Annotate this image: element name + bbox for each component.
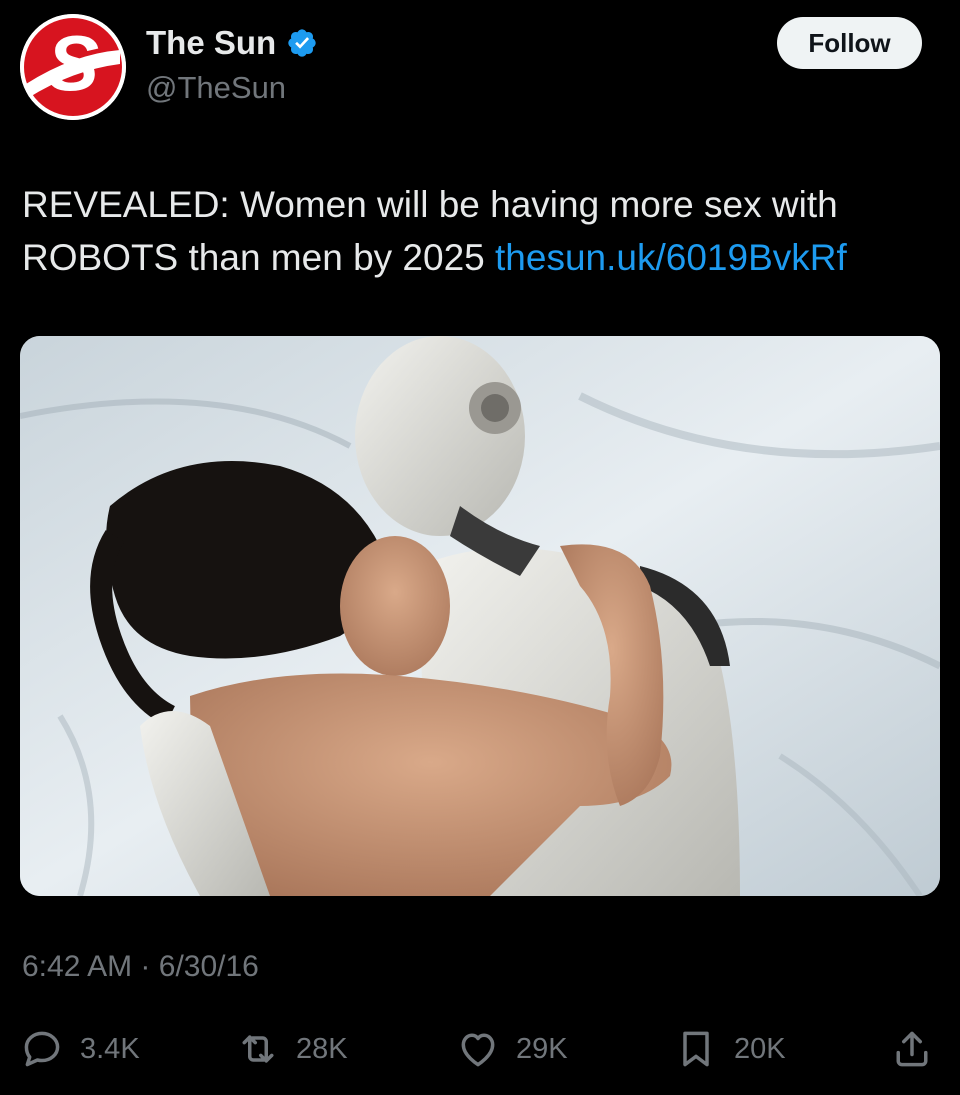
display-name[interactable]: The Sun: [146, 24, 318, 62]
like-count: 29K: [516, 1032, 568, 1065]
share-icon: [896, 1031, 928, 1067]
tweet-media-image[interactable]: [20, 336, 940, 896]
avatar-letter: S: [47, 19, 99, 107]
the-sun-logo-icon: S: [20, 14, 126, 120]
bookmark-count: 20K: [734, 1032, 786, 1065]
timestamp[interactable]: 6:42 AM · 6/30/16: [22, 950, 259, 984]
heart-icon: [461, 1033, 495, 1067]
reply-button[interactable]: 3.4K: [20, 1020, 140, 1078]
repost-button[interactable]: 28K: [236, 1020, 348, 1078]
timestamp-separator: ·: [140, 950, 151, 983]
reply-icon: [24, 1031, 60, 1067]
like-button[interactable]: 29K: [456, 1020, 568, 1078]
avatar[interactable]: S: [20, 14, 126, 120]
reply-count: 3.4K: [80, 1032, 140, 1065]
tweet-link[interactable]: thesun.uk/6019BvkRf: [495, 237, 847, 278]
share-button[interactable]: [890, 1020, 950, 1078]
action-bar: 3.4K 28K 29K 20K: [0, 1020, 960, 1078]
display-name-text[interactable]: The Sun: [146, 24, 276, 62]
timestamp-time[interactable]: 6:42 AM: [22, 950, 132, 983]
tweet-text: REVEALED: Women will be having more sex …: [22, 178, 942, 284]
repost-count: 28K: [296, 1032, 348, 1065]
verified-badge-icon: [288, 29, 316, 57]
bookmark-icon: [683, 1031, 709, 1067]
timestamp-date[interactable]: 6/30/16: [159, 950, 259, 983]
repost-icon: [242, 1035, 274, 1063]
bookmark-button[interactable]: 20K: [674, 1020, 786, 1078]
follow-button[interactable]: Follow: [777, 17, 922, 69]
handle[interactable]: @TheSun: [146, 70, 286, 106]
photo-woman-with-robot-icon: [20, 336, 940, 896]
